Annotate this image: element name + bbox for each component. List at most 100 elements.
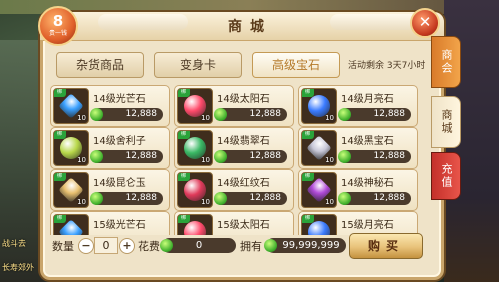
bound-badge: 绑 — [178, 131, 190, 139]
cost-value-pill: 0 — [160, 238, 236, 253]
item-name: 15级太阳石 — [217, 220, 270, 231]
item-name: 15级月亮石 — [341, 220, 394, 231]
side-tab-guild-shop[interactable]: 商会 — [431, 36, 461, 88]
bound-badge: 绑 — [178, 215, 190, 223]
item-price: 12,888 — [125, 151, 158, 161]
item-card[interactable]: 绑 10 14级光芒石 12,888 — [50, 85, 170, 127]
gem-count: 10 — [77, 156, 86, 164]
item-price: 12,888 — [373, 193, 406, 203]
gem-count: 10 — [325, 198, 334, 206]
item-card[interactable]: 绑 10 14级红纹石 12,888 — [174, 169, 294, 211]
cost-label: 花费 — [138, 240, 160, 253]
coin-icon — [338, 192, 351, 205]
item-name: 14级红纹石 — [217, 178, 270, 189]
item-price: 12,888 — [125, 193, 158, 203]
bound-badge: 绑 — [302, 215, 314, 223]
owned-label: 拥有 — [240, 240, 262, 253]
window-title: 商城 — [228, 19, 272, 35]
side-tab-mall[interactable]: 商城 — [431, 96, 461, 148]
gem-count: 10 — [325, 156, 334, 164]
gem-count: 10 — [325, 114, 334, 122]
item-name: 14级昆仑玉 — [93, 178, 146, 189]
gem-count: 10 — [77, 198, 86, 206]
owned-value-pill: 99,999,999 — [264, 238, 346, 253]
item-card[interactable]: 绑 10 14级黑宝石 12,888 — [298, 127, 418, 169]
item-name: 14级太阳石 — [217, 94, 270, 105]
tab-premium-gems[interactable]: 高级宝石 — [252, 52, 340, 78]
item-price: 12,888 — [125, 109, 158, 119]
tab-transform-card[interactable]: 变身卡 — [154, 52, 242, 78]
coin-icon — [214, 192, 227, 205]
vip-label: 贵一钱 — [48, 30, 67, 37]
item-card[interactable]: 绑 10 14级太阳石 12,888 — [174, 85, 294, 127]
item-price: 12,888 — [373, 109, 406, 119]
decrease-quantity-button[interactable]: − — [78, 238, 94, 254]
left-edge-text-2: 长寿郊外 — [2, 263, 34, 272]
item-card[interactable]: 绑 15级光芒石 — [50, 211, 170, 235]
coin-icon — [160, 239, 173, 252]
coin-icon — [214, 108, 227, 121]
gem-slot: 绑 10 — [301, 172, 337, 208]
item-name: 14级舍利子 — [93, 136, 146, 147]
coin-icon — [90, 108, 103, 121]
bound-badge: 绑 — [302, 173, 314, 181]
gem-slot: 绑 10 — [177, 172, 213, 208]
coin-icon — [90, 192, 103, 205]
gem-icon — [184, 221, 206, 235]
side-tab-recharge[interactable]: 充值 — [431, 152, 461, 200]
item-price: 12,888 — [249, 193, 282, 203]
price-bar: 12,888 — [338, 192, 411, 205]
price-bar: 12,888 — [338, 108, 411, 121]
item-name: 14级神秘石 — [341, 178, 394, 189]
gem-count: 10 — [201, 198, 210, 206]
cost-value: 0 — [195, 240, 203, 251]
item-name: 15级光芒石 — [93, 220, 146, 231]
coin-icon — [214, 150, 227, 163]
coin-icon — [338, 150, 351, 163]
increase-quantity-button[interactable]: + — [119, 238, 135, 254]
item-price: 12,888 — [373, 151, 406, 161]
price-bar: 12,888 — [214, 192, 287, 205]
gem-slot: 绑 10 — [53, 88, 89, 124]
item-card[interactable]: 绑 10 14级月亮石 12,888 — [298, 85, 418, 127]
price-bar: 12,888 — [90, 192, 163, 205]
cloud-ornament-left — [98, 14, 188, 30]
gem-slot: 绑 10 — [177, 88, 213, 124]
item-card[interactable]: 绑 10 14级神秘石 12,888 — [298, 169, 418, 211]
gem-slot: 绑 — [177, 214, 213, 235]
gem-icon — [308, 221, 330, 235]
item-card[interactable]: 绑 10 14级翡翠石 12,888 — [174, 127, 294, 169]
bound-badge: 绑 — [54, 89, 66, 97]
item-card[interactable]: 绑 15级月亮石 — [298, 211, 418, 235]
coin-icon — [264, 239, 277, 252]
tab-general-goods[interactable]: 杂货商品 — [56, 52, 144, 78]
gem-slot: 绑 10 — [53, 172, 89, 208]
item-name: 14级翡翠石 — [217, 136, 270, 147]
bound-badge: 绑 — [178, 89, 190, 97]
gem-slot: 绑 10 — [301, 130, 337, 166]
bound-badge: 绑 — [302, 89, 314, 97]
buy-button[interactable]: 购买 — [349, 233, 423, 259]
category-tabs: 杂货商品 变身卡 高级宝石 活动剩余 3天7小时 — [56, 52, 436, 80]
bound-badge: 绑 — [54, 215, 66, 223]
bound-badge: 绑 — [54, 131, 66, 139]
bound-badge: 绑 — [54, 173, 66, 181]
item-card[interactable]: 绑 10 14级舍利子 12,888 — [50, 127, 170, 169]
gem-count: 10 — [201, 156, 210, 164]
price-bar: 12,888 — [338, 150, 411, 163]
item-card[interactable]: 绑 10 14级昆仑玉 12,888 — [50, 169, 170, 211]
gem-count: 10 — [201, 114, 210, 122]
price-bar: 12,888 — [214, 108, 287, 121]
item-price: 12,888 — [249, 151, 282, 161]
gem-slot: 绑 10 — [301, 88, 337, 124]
quantity-field[interactable]: 0 — [94, 237, 118, 254]
item-price: 12,888 — [249, 109, 282, 119]
cloud-ornament-right — [330, 14, 420, 30]
vip-badge[interactable]: 8 贵一钱 — [38, 6, 78, 46]
close-button[interactable]: ✕ — [410, 8, 440, 38]
item-name: 14级光芒石 — [93, 94, 146, 105]
item-card[interactable]: 绑 15级太阳石 — [174, 211, 294, 235]
gem-slot: 绑 — [53, 214, 89, 235]
item-grid: 绑 10 14级光芒石 12,888 绑 10 14级太阳石 12,888 绑 10 14级月亮石 1… — [50, 85, 430, 235]
gem-count: 10 — [77, 114, 86, 122]
